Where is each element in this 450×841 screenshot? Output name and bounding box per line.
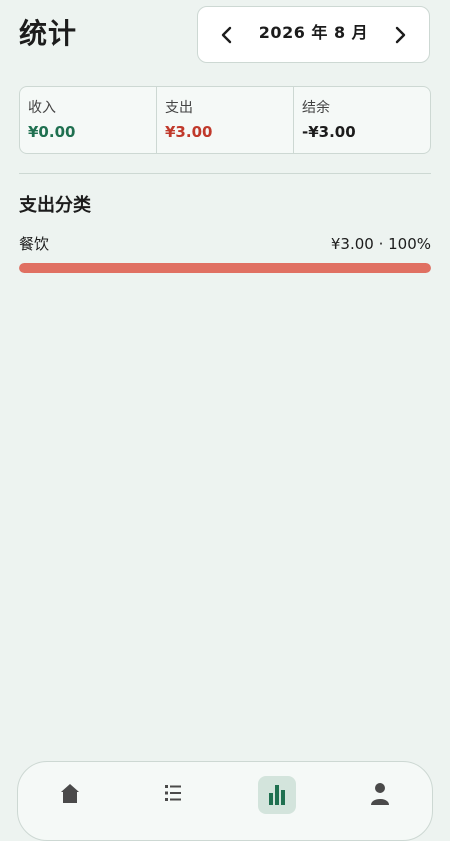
list-icon <box>165 785 182 801</box>
section-divider <box>19 173 431 174</box>
category-progress-fill <box>19 263 431 273</box>
expense-summary: 支出 ¥3.00 <box>157 87 294 153</box>
user-icon <box>371 783 390 805</box>
chevron-left-icon <box>221 26 232 43</box>
prev-month-button[interactable] <box>198 7 256 62</box>
category-name: 餐饮 <box>19 235 50 253</box>
income-value: ¥0.00 <box>28 123 76 141</box>
nav-profile[interactable] <box>350 776 410 814</box>
bottom-nav <box>17 761 433 841</box>
balance-value: -¥3.00 <box>302 123 356 141</box>
category-row[interactable]: 餐饮 ¥3.00 · 100% <box>19 233 431 275</box>
category-amount: ¥3.00 · 100% <box>330 235 431 253</box>
nav-home[interactable] <box>40 776 100 814</box>
expense-label: 支出 <box>165 100 193 116</box>
nav-list-icon-wrap <box>154 776 192 814</box>
expense-category-title: 支出分类 <box>19 195 91 216</box>
balance-summary: 结余 -¥3.00 <box>294 87 430 153</box>
nav-profile-icon-wrap <box>361 776 399 814</box>
nav-stats[interactable] <box>247 776 307 814</box>
income-label: 收入 <box>28 100 56 116</box>
balance-label: 结余 <box>302 100 330 116</box>
income-summary: 收入 ¥0.00 <box>20 87 157 153</box>
chevron-right-icon <box>395 26 406 43</box>
bar-chart-icon <box>268 785 285 805</box>
home-icon <box>60 784 79 803</box>
page-title: 统计 <box>19 17 78 50</box>
nav-home-icon-wrap <box>51 776 89 814</box>
expense-value: ¥3.00 <box>165 123 213 141</box>
summary-card: 收入 ¥0.00 支出 ¥3.00 结余 -¥3.00 <box>19 86 431 154</box>
month-label: 2026 年 8 月 <box>258 22 369 42</box>
nav-list[interactable] <box>143 776 203 814</box>
month-picker: 2026 年 8 月 <box>197 6 430 63</box>
next-month-button[interactable] <box>371 7 429 62</box>
category-progress-track <box>19 263 431 273</box>
nav-stats-icon-wrap <box>257 776 296 814</box>
